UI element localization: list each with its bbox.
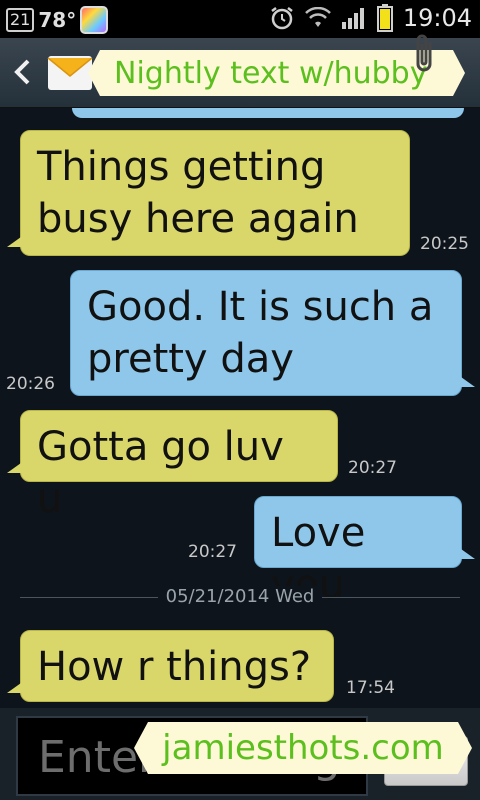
clock-time: 19:04 bbox=[402, 4, 472, 32]
message-bubble-partial bbox=[72, 108, 464, 118]
date-separator: 05/21/2014 Wed bbox=[20, 586, 460, 608]
message-bubble-outgoing[interactable]: Love you bbox=[254, 496, 475, 608]
message-bubble-incoming[interactable]: How r things? bbox=[7, 630, 334, 702]
message-bubble-incoming[interactable]: Things getting busy here again bbox=[7, 130, 410, 256]
status-bar: 21 78° 19:04 bbox=[0, 0, 480, 38]
message-text: pretty day bbox=[87, 336, 294, 382]
message-text: Good. It is such a bbox=[87, 284, 434, 330]
weather-app-icon bbox=[80, 6, 109, 34]
watermark-text: jamiesthots.com bbox=[162, 728, 444, 768]
message-list[interactable]: Things getting busy here again 20:25 Goo… bbox=[0, 108, 480, 708]
signal-icon bbox=[341, 6, 367, 30]
message-timestamp: 17:54 bbox=[346, 678, 395, 698]
message-timestamp: 20:26 bbox=[6, 374, 55, 394]
temperature-label: 78° bbox=[38, 8, 77, 32]
envelope-icon bbox=[46, 50, 94, 94]
message-bubble-incoming[interactable]: Gotta go luv u bbox=[7, 410, 338, 522]
alarm-icon bbox=[269, 5, 295, 31]
message-timestamp: 20:27 bbox=[348, 458, 397, 478]
paperclip-icon[interactable] bbox=[410, 30, 440, 78]
message-text: How r things? bbox=[37, 644, 312, 690]
date-separator-label: 05/21/2014 Wed bbox=[157, 586, 323, 607]
message-timestamp: 20:27 bbox=[188, 542, 237, 562]
message-timestamp: 20:25 bbox=[420, 234, 469, 254]
page-title: Nightly text w/hubby bbox=[114, 55, 428, 91]
message-text: busy here again bbox=[37, 196, 359, 242]
watermark: jamiesthots.com bbox=[134, 722, 472, 774]
conversation-header: Nightly text w/hubby bbox=[0, 38, 480, 108]
chevron-left-icon[interactable] bbox=[12, 58, 36, 88]
notification-badge-icon: 21 bbox=[6, 8, 35, 32]
message-text: Things getting bbox=[37, 144, 326, 190]
conversation-title: Nightly text w/hubby bbox=[87, 50, 466, 96]
battery-icon bbox=[376, 4, 393, 32]
wifi-icon bbox=[304, 7, 331, 29]
message-bubble-outgoing[interactable]: Good. It is such a pretty day bbox=[70, 270, 475, 396]
